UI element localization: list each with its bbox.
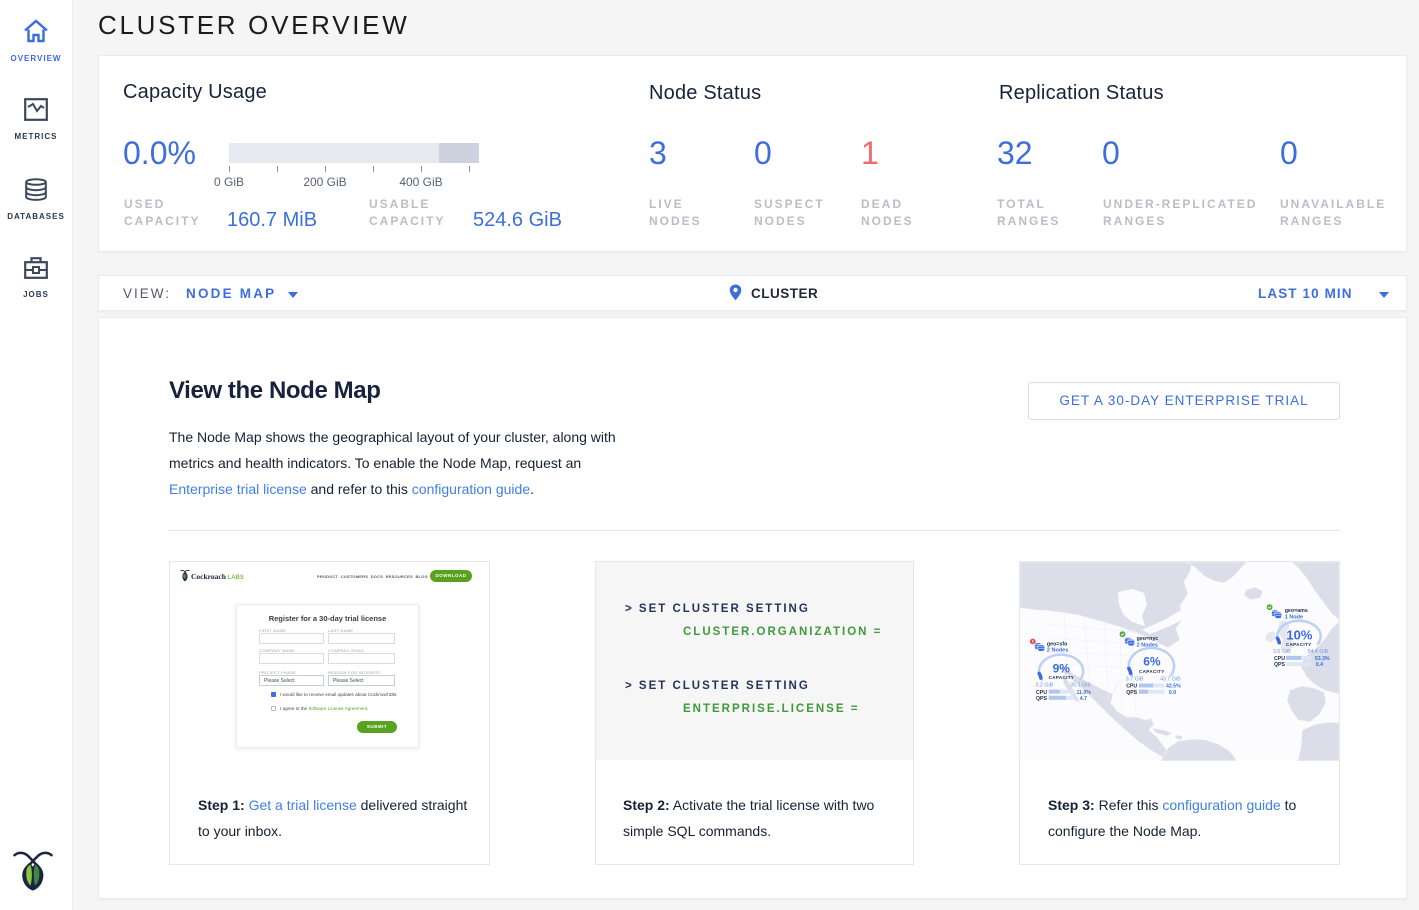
svg-text:QPS: QPS (1274, 662, 1285, 668)
svg-text:CPU: CPU (1036, 690, 1047, 696)
svg-text:geo=sfo: geo=sfo (1047, 641, 1068, 647)
svg-text:CPU: CPU (1274, 656, 1285, 662)
svg-text:0 GiB: 0 GiB (214, 175, 244, 189)
svg-text:3.2 GiB: 3.2 GiB (1036, 683, 1054, 689)
svg-text:35.1 GiB: 35.1 GiB (1070, 683, 1091, 689)
svg-text:9%: 9% (1053, 661, 1071, 675)
svg-text:54.4 GiB: 54.4 GiB (1308, 649, 1329, 655)
svg-text:10%: 10% (1286, 627, 1312, 642)
svg-text:CAPACITY: CAPACITY (1049, 675, 1075, 680)
svg-text:0.0: 0.0 (1169, 690, 1176, 696)
svg-text:42.5%: 42.5% (1166, 684, 1181, 690)
svg-text:QPS: QPS (1126, 690, 1137, 696)
svg-text:CAPACITY: CAPACITY (1139, 669, 1165, 674)
svg-text:43.7 GiB: 43.7 GiB (1160, 677, 1181, 683)
svg-text:3.6 GiB: 3.6 GiB (1273, 649, 1291, 655)
svg-text:2 Nodes: 2 Nodes (1137, 642, 1158, 648)
svg-text:53.3%: 53.3% (1315, 656, 1330, 662)
svg-text:CAPACITY: CAPACITY (1286, 642, 1312, 647)
svg-text:QPS: QPS (1036, 696, 1047, 702)
svg-text:0.4: 0.4 (1316, 662, 1323, 668)
svg-text:6%: 6% (1143, 655, 1161, 669)
svg-text:3.7 GiB: 3.7 GiB (1126, 677, 1144, 683)
svg-text:1 Node: 1 Node (1285, 614, 1303, 620)
svg-text:geo=ams: geo=ams (1285, 608, 1308, 614)
svg-text:4.7: 4.7 (1080, 696, 1087, 702)
svg-text:geo=nyc: geo=nyc (1137, 636, 1159, 642)
svg-text:11.0%: 11.0% (1076, 690, 1091, 696)
svg-text:2 Nodes: 2 Nodes (1047, 648, 1068, 654)
svg-text:CPU: CPU (1126, 684, 1137, 690)
svg-text:200 GiB: 200 GiB (303, 175, 346, 189)
svg-text:400 GiB: 400 GiB (399, 175, 442, 189)
